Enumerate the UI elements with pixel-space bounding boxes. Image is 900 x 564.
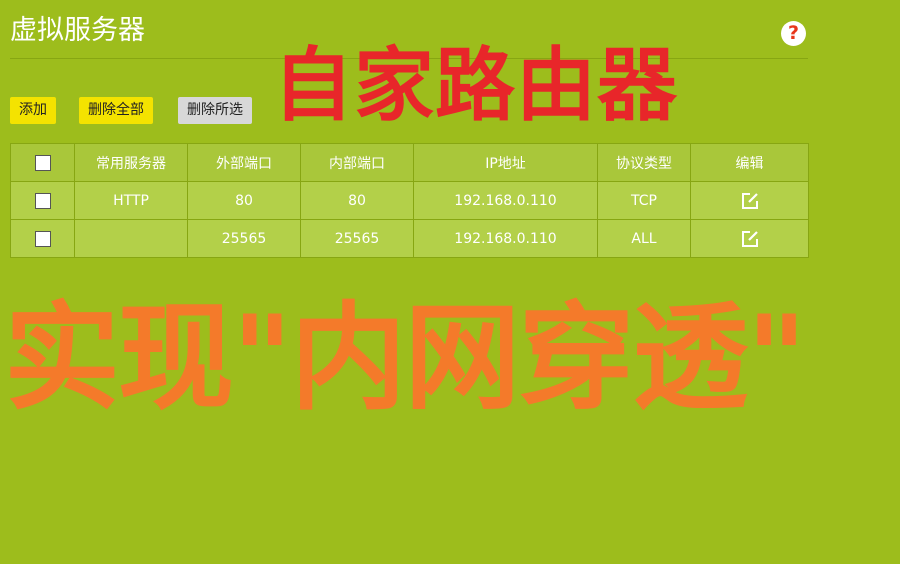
table-row: 25565 25565 192.168.0.110 ALL [10,219,809,258]
header-ip: IP地址 [413,143,598,182]
cell-service: HTTP [74,181,188,220]
header-edit: 编辑 [690,143,809,182]
cell-external-port: 25565 [187,219,301,258]
cell-edit [690,219,809,258]
cell-external-port: 80 [187,181,301,220]
edit-icon[interactable] [740,191,760,211]
header-service: 常用服务器 [74,143,188,182]
cell-internal-port: 25565 [300,219,414,258]
question-mark-icon[interactable]: ? [781,21,806,46]
table-header-row: 常用服务器 外部端口 内部端口 IP地址 协议类型 编辑 [10,143,809,182]
overlay-title-router: 自家路由器 [273,39,678,132]
table-row: HTTP 80 80 192.168.0.110 TCP [10,181,809,220]
overlay-title-penetration: 实现"内网穿透" [4,291,807,426]
add-button[interactable]: 添加 [10,97,56,124]
cell-protocol: ALL [597,219,691,258]
delete-all-button[interactable]: 删除全部 [79,97,153,124]
row-select-cell [10,181,75,220]
edit-icon[interactable] [740,229,760,249]
row-checkbox[interactable] [34,192,51,209]
row-checkbox[interactable] [34,230,51,247]
cell-ip: 192.168.0.110 [413,219,598,258]
page-title: 虚拟服务器 [10,15,145,46]
cell-ip: 192.168.0.110 [413,181,598,220]
cell-edit [690,181,809,220]
delete-selected-button[interactable]: 删除所选 [178,97,252,124]
select-all-cell [10,143,75,182]
select-all-checkbox[interactable] [34,154,51,171]
virtual-server-table: 常用服务器 外部端口 内部端口 IP地址 协议类型 编辑 HTTP 80 80 … [10,143,809,258]
row-select-cell [10,219,75,258]
header-protocol: 协议类型 [597,143,691,182]
header-internal-port: 内部端口 [300,143,414,182]
cell-internal-port: 80 [300,181,414,220]
header-external-port: 外部端口 [187,143,301,182]
cell-protocol: TCP [597,181,691,220]
cell-service [74,219,188,258]
